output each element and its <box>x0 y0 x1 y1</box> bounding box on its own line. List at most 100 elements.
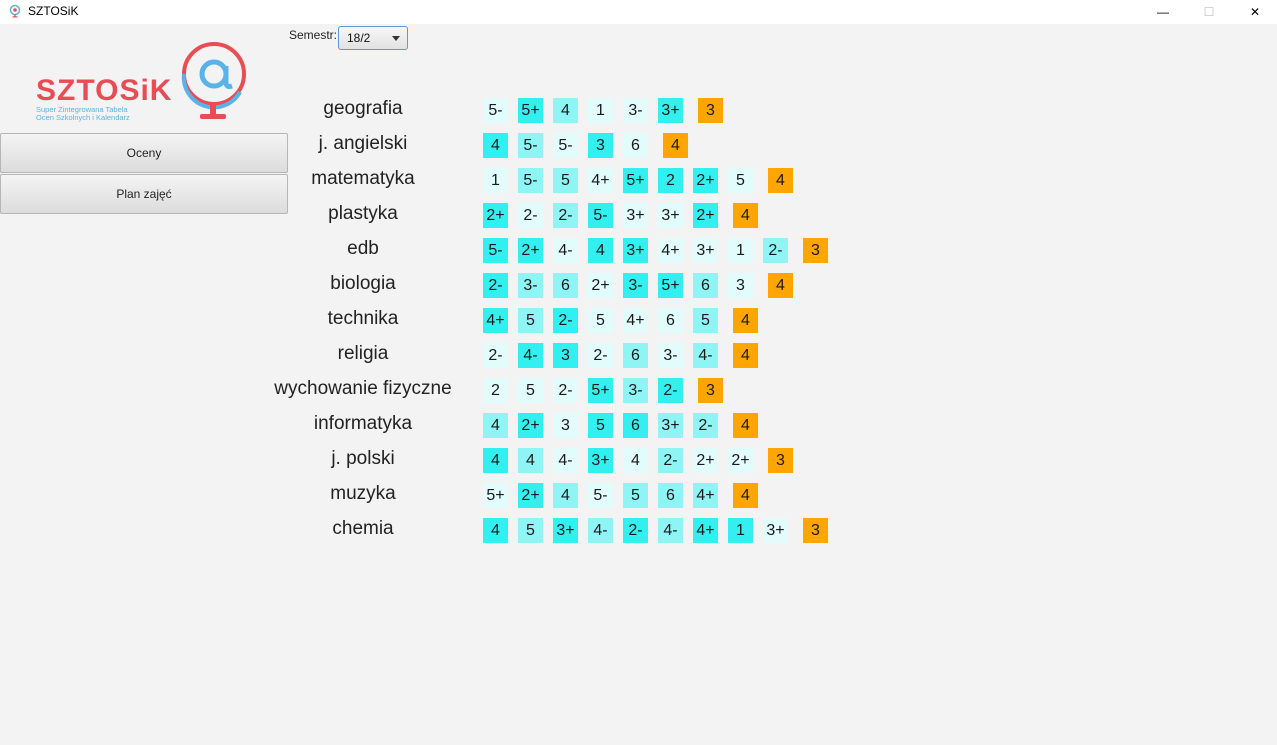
grade-cell[interactable]: 2- <box>588 343 613 368</box>
grade-cell[interactable]: 2+ <box>518 238 543 263</box>
grade-cell[interactable]: 5 <box>588 308 613 333</box>
final-grade-cell[interactable]: 3 <box>803 518 828 543</box>
grade-cell[interactable]: 2+ <box>728 448 753 473</box>
grade-cell[interactable]: 3+ <box>588 448 613 473</box>
grade-cell[interactable]: 4 <box>518 448 543 473</box>
grade-cell[interactable]: 4- <box>553 448 578 473</box>
grade-cell[interactable]: 6 <box>693 273 718 298</box>
grade-cell[interactable]: 4- <box>658 518 683 543</box>
grade-cell[interactable]: 6 <box>553 273 578 298</box>
final-grade-cell[interactable]: 3 <box>768 448 793 473</box>
grade-cell[interactable]: 6 <box>658 308 683 333</box>
grade-cell[interactable]: 4 <box>483 133 508 158</box>
grade-cell[interactable]: 2+ <box>693 203 718 228</box>
grade-cell[interactable]: 5- <box>518 168 543 193</box>
grade-cell[interactable]: 2- <box>763 238 788 263</box>
grade-cell[interactable]: 5 <box>693 308 718 333</box>
plan-zajec-button[interactable]: Plan zajęć <box>0 174 288 214</box>
grade-cell[interactable]: 2- <box>553 378 578 403</box>
grade-cell[interactable]: 3+ <box>623 238 648 263</box>
grade-cell[interactable]: 4 <box>483 518 508 543</box>
final-grade-cell[interactable]: 4 <box>733 483 758 508</box>
grade-cell[interactable]: 4 <box>483 413 508 438</box>
grade-cell[interactable]: 4 <box>553 98 578 123</box>
grade-cell[interactable]: 4- <box>693 343 718 368</box>
grade-cell[interactable]: 1 <box>483 168 508 193</box>
grade-cell[interactable]: 2+ <box>588 273 613 298</box>
grade-cell[interactable]: 5+ <box>588 378 613 403</box>
grade-cell[interactable]: 2- <box>658 378 683 403</box>
final-grade-cell[interactable]: 4 <box>663 133 688 158</box>
grade-cell[interactable]: 5 <box>623 483 648 508</box>
final-grade-cell[interactable]: 4 <box>768 273 793 298</box>
grade-cell[interactable]: 5 <box>728 168 753 193</box>
grade-cell[interactable]: 4 <box>623 448 648 473</box>
final-grade-cell[interactable]: 4 <box>768 168 793 193</box>
semester-select[interactable]: 18/2 <box>338 26 408 50</box>
grade-cell[interactable]: 2- <box>623 518 648 543</box>
grade-cell[interactable]: 1 <box>728 238 753 263</box>
grade-cell[interactable]: 4- <box>553 238 578 263</box>
grade-cell[interactable]: 5- <box>553 133 578 158</box>
grade-cell[interactable]: 4- <box>518 343 543 368</box>
grade-cell[interactable]: 4- <box>588 518 613 543</box>
grade-cell[interactable]: 4+ <box>693 483 718 508</box>
grade-cell[interactable]: 3 <box>553 343 578 368</box>
oceny-button[interactable]: Oceny <box>0 133 288 173</box>
grade-cell[interactable]: 2- <box>518 203 543 228</box>
final-grade-cell[interactable]: 4 <box>733 203 758 228</box>
grade-cell[interactable]: 3+ <box>623 203 648 228</box>
grade-cell[interactable]: 3+ <box>763 518 788 543</box>
final-grade-cell[interactable]: 3 <box>698 98 723 123</box>
grade-cell[interactable]: 4+ <box>693 518 718 543</box>
grade-cell[interactable]: 5 <box>553 168 578 193</box>
grade-cell[interactable]: 1 <box>728 518 753 543</box>
maximize-button[interactable]: ☐ <box>1186 0 1232 24</box>
grade-cell[interactable]: 3- <box>518 273 543 298</box>
grade-cell[interactable]: 4+ <box>588 168 613 193</box>
grade-cell[interactable]: 3+ <box>658 413 683 438</box>
grade-cell[interactable]: 5- <box>483 238 508 263</box>
grade-cell[interactable]: 4 <box>483 448 508 473</box>
grade-cell[interactable]: 3 <box>588 133 613 158</box>
grade-cell[interactable]: 6 <box>623 133 648 158</box>
final-grade-cell[interactable]: 4 <box>733 413 758 438</box>
final-grade-cell[interactable]: 3 <box>803 238 828 263</box>
final-grade-cell[interactable]: 4 <box>733 343 758 368</box>
grade-cell[interactable]: 5 <box>588 413 613 438</box>
grade-cell[interactable]: 2 <box>483 378 508 403</box>
minimize-button[interactable]: — <box>1140 0 1186 24</box>
grade-cell[interactable]: 5+ <box>518 98 543 123</box>
final-grade-cell[interactable]: 3 <box>698 378 723 403</box>
grade-cell[interactable]: 5 <box>518 308 543 333</box>
grade-cell[interactable]: 2- <box>483 273 508 298</box>
grade-cell[interactable]: 1 <box>588 98 613 123</box>
grade-cell[interactable]: 6 <box>658 483 683 508</box>
grade-cell[interactable]: 3+ <box>658 98 683 123</box>
grade-cell[interactable]: 2+ <box>483 203 508 228</box>
grade-cell[interactable]: 5 <box>518 378 543 403</box>
grade-cell[interactable]: 3- <box>623 378 648 403</box>
grade-cell[interactable]: 2- <box>693 413 718 438</box>
grade-cell[interactable]: 6 <box>623 413 648 438</box>
grade-cell[interactable]: 2+ <box>518 483 543 508</box>
grade-cell[interactable]: 3- <box>623 98 648 123</box>
grade-cell[interactable]: 4 <box>588 238 613 263</box>
grade-cell[interactable]: 2- <box>483 343 508 368</box>
grade-cell[interactable]: 5 <box>518 518 543 543</box>
grade-cell[interactable]: 3- <box>623 273 648 298</box>
grade-cell[interactable]: 5+ <box>483 483 508 508</box>
close-button[interactable]: ✕ <box>1232 0 1277 24</box>
grade-cell[interactable]: 3 <box>728 273 753 298</box>
grade-cell[interactable]: 2 <box>658 168 683 193</box>
grade-cell[interactable]: 4 <box>553 483 578 508</box>
grade-cell[interactable]: 5+ <box>658 273 683 298</box>
grade-cell[interactable]: 5- <box>588 203 613 228</box>
grade-cell[interactable]: 2+ <box>693 448 718 473</box>
grade-cell[interactable]: 4+ <box>658 238 683 263</box>
grade-cell[interactable]: 5- <box>588 483 613 508</box>
grade-cell[interactable]: 2+ <box>693 168 718 193</box>
grade-cell[interactable]: 3 <box>553 413 578 438</box>
grade-cell[interactable]: 2- <box>658 448 683 473</box>
grade-cell[interactable]: 3- <box>658 343 683 368</box>
